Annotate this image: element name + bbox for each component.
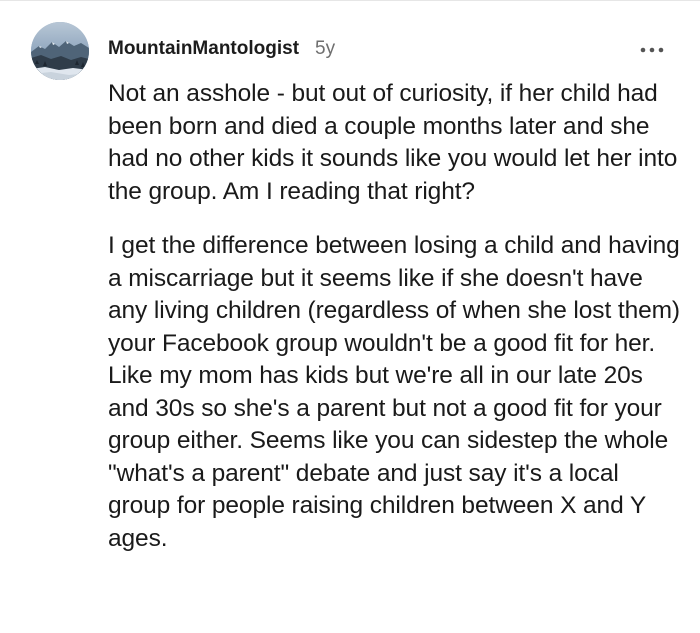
comment-paragraph-2: I get the difference between losing a ch… — [108, 232, 680, 552]
more-options-button[interactable] — [634, 40, 670, 60]
comment-paragraph-1: Not an asshole - but out of curiosity, i… — [108, 80, 678, 205]
user-avatar[interactable] — [31, 22, 89, 80]
more-options-icon — [640, 47, 664, 53]
comment-age: 5y — [315, 38, 336, 59]
comment-header: MountainMantologist 5y — [108, 38, 335, 64]
comment: MountainMantologist 5y Not an asshole - … — [0, 0, 700, 633]
username-link[interactable]: MountainMantologist — [108, 38, 299, 60]
mountain-landscape-avatar-icon — [31, 22, 89, 80]
comment-body: Not an asshole - but out of curiosity, i… — [108, 78, 683, 555]
